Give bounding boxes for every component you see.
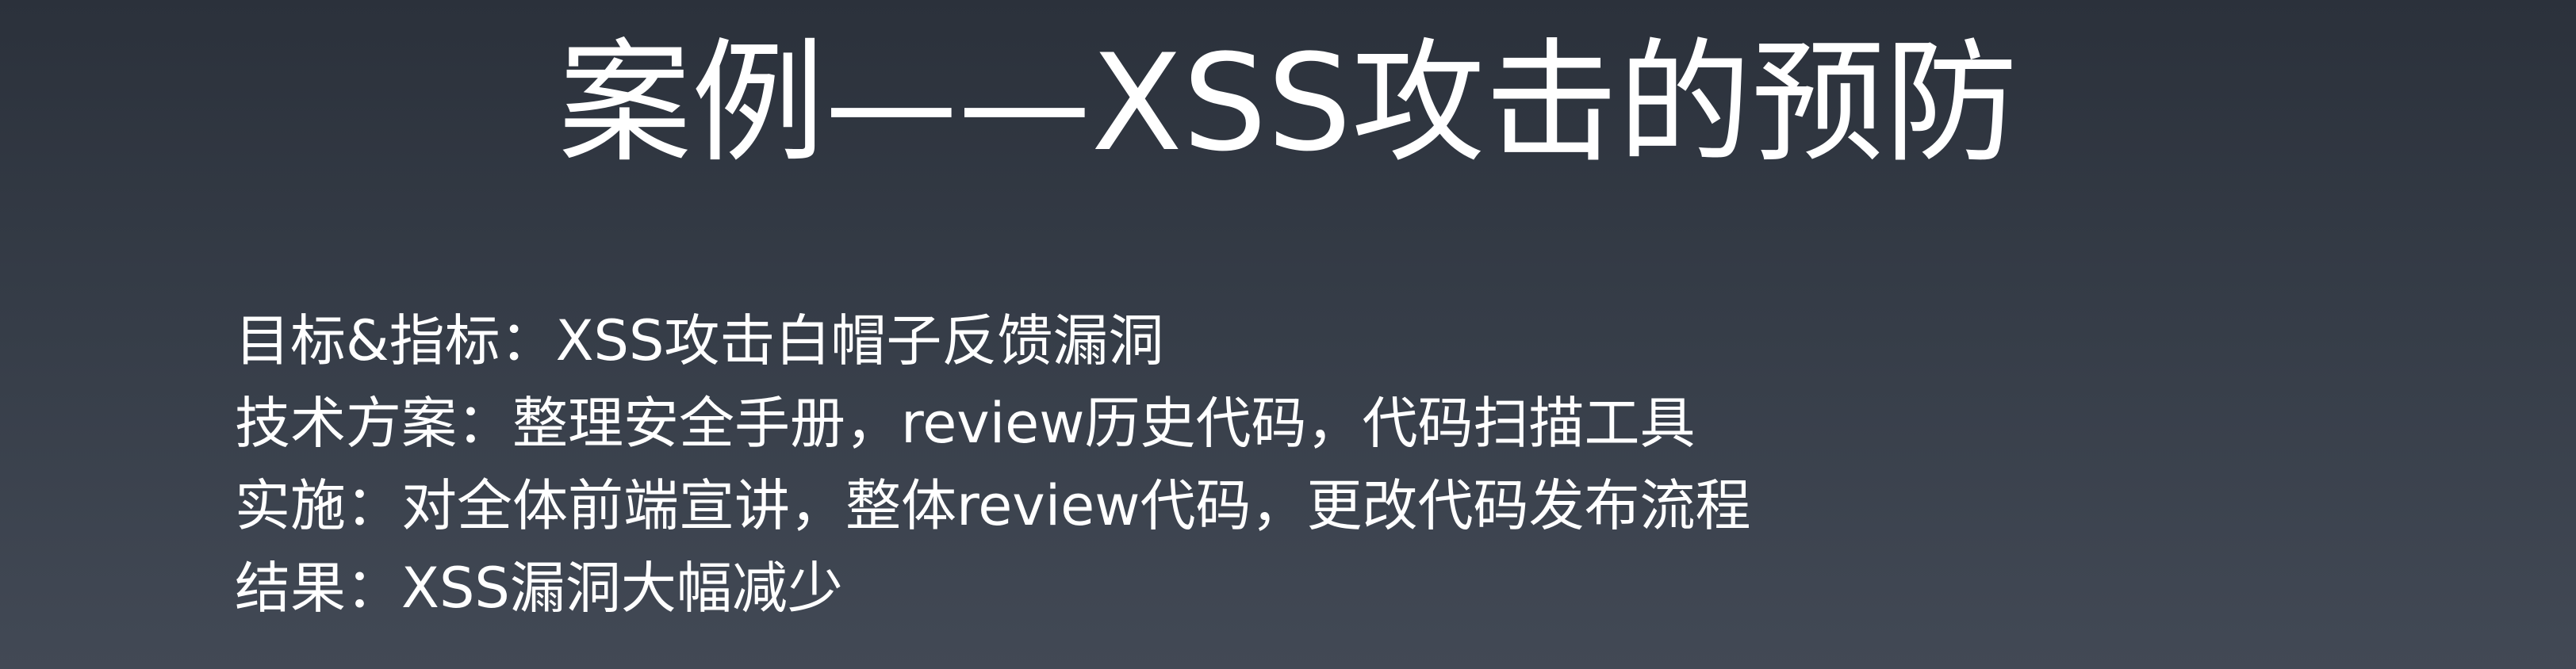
bullet-implementation: 实施：对全体前端宣讲，整体review代码，更改代码发布流程 [235,473,1751,538]
bullet-technical-plan: 技术方案：整理安全手册，review历史代码，代码扫描工具 [235,391,1696,456]
slide: 案例——XSS攻击的预防 目标&指标：XSS攻击白帽子反馈漏洞 技术方案：整理安… [0,0,2576,669]
bullet-list: 目标&指标：XSS攻击白帽子反馈漏洞 技术方案：整理安全手册，review历史代… [235,303,1751,633]
bullet-goal: 目标&指标：XSS攻击白帽子反馈漏洞 [235,308,1164,373]
slide-title: 案例——XSS攻击的预防 [558,25,2018,181]
bullet-result: 结果：XSS漏洞大幅减少 [235,556,843,621]
